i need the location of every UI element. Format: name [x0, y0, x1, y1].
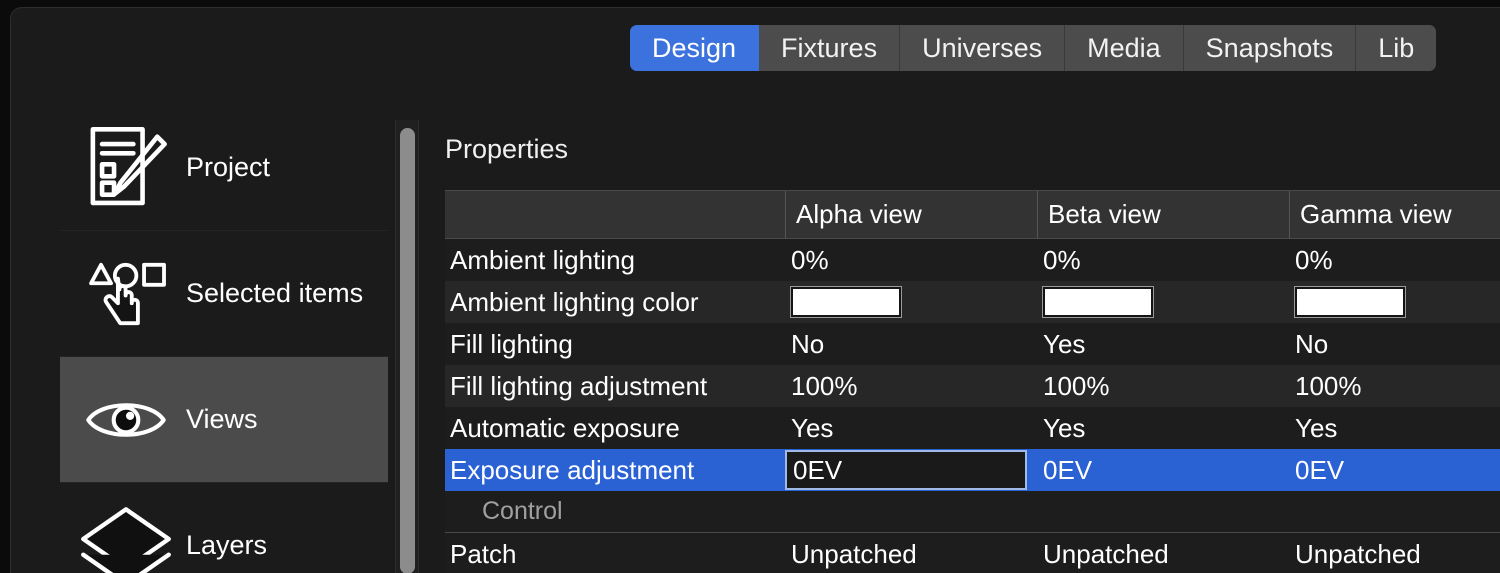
layers-diamond-icon [78, 503, 174, 573]
tab-snapshots[interactable]: Snapshots [1184, 25, 1357, 71]
table-header-row: Alpha viewBeta viewGamma view [445, 191, 1500, 239]
application-window: DesignFixturesUniversesMediaSnapshotsLib… [10, 7, 1500, 573]
color-swatch[interactable] [1043, 287, 1153, 317]
navigation-sidebar: Project Selected items Views Layers [60, 105, 388, 573]
color-swatch-cell[interactable] [1037, 281, 1289, 323]
property-value-cell[interactable]: Unpatched [1289, 533, 1500, 573]
property-value-cell[interactable]: 100% [1037, 365, 1289, 407]
property-value-cell[interactable]: 0% [1289, 239, 1500, 281]
sidebar-item-label: Views [186, 404, 258, 435]
sidebar-item-views[interactable]: Views [60, 357, 388, 483]
column-header-beta-view[interactable]: Beta view [1037, 191, 1289, 239]
shapes-pointer-icon [78, 250, 174, 338]
property-value-cell[interactable]: 0EV [1037, 449, 1289, 491]
property-name: Patch [445, 539, 785, 570]
property-value-cell[interactable]: Yes [1037, 323, 1289, 365]
tab-lib[interactable]: Lib [1356, 25, 1436, 71]
tab-universes[interactable]: Universes [900, 25, 1065, 71]
color-swatch-cell[interactable] [1289, 281, 1500, 323]
property-value-cell[interactable]: Unpatched [785, 533, 1037, 573]
sidebar-item-layers[interactable]: Layers [60, 483, 388, 573]
column-header-alpha-view[interactable]: Alpha view [785, 191, 1037, 239]
sidebar-item-label: Layers [186, 530, 267, 561]
property-value-cell[interactable]: 100% [785, 365, 1037, 407]
document-pencil-icon [78, 122, 174, 214]
table-row[interactable]: Fill lighting adjustment100%100%100% [445, 365, 1500, 407]
property-value-editing-cell[interactable]: 0EV [785, 449, 1037, 491]
color-swatch[interactable] [1295, 287, 1405, 317]
property-name: Control [445, 497, 785, 526]
table-row[interactable]: Exposure adjustment0EV0EV0EV [445, 449, 1500, 491]
sidebar-item-label: Selected items [186, 278, 363, 309]
property-name: Ambient lighting [445, 245, 785, 276]
tab-fixtures[interactable]: Fixtures [759, 25, 900, 71]
sidebar-item-selected-items[interactable]: Selected items [60, 231, 388, 357]
tab-design[interactable]: Design [630, 25, 759, 71]
table-row[interactable]: Ambient lighting0%0%0% [445, 239, 1500, 281]
property-value-cell[interactable]: Yes [1289, 407, 1500, 449]
table-row[interactable]: Ambient lighting color [445, 281, 1500, 323]
property-name: Fill lighting [445, 329, 785, 360]
property-name: Fill lighting adjustment [445, 371, 785, 402]
property-value-cell[interactable]: No [1289, 323, 1500, 365]
empty-cell [785, 491, 1037, 533]
table-group-row[interactable]: Control [445, 491, 1500, 533]
table-row[interactable]: Fill lightingNoYesNo [445, 323, 1500, 365]
main-tab-bar: DesignFixturesUniversesMediaSnapshotsLib [630, 25, 1436, 71]
color-swatch-cell[interactable] [785, 281, 1037, 323]
property-value-cell[interactable]: 0EV [1289, 449, 1500, 491]
exposure-adjustment-input[interactable]: 0EV [785, 450, 1027, 490]
property-value-cell[interactable]: 0% [785, 239, 1037, 281]
column-header-gamma-view[interactable]: Gamma view [1289, 191, 1500, 239]
property-value-cell[interactable]: Unpatched [1037, 533, 1289, 573]
property-value-cell[interactable]: 100% [1289, 365, 1500, 407]
property-name: Ambient lighting color [445, 287, 785, 318]
table-row[interactable]: Automatic exposureYesYesYes [445, 407, 1500, 449]
sidebar-item-project[interactable]: Project [60, 105, 388, 231]
tab-media[interactable]: Media [1065, 25, 1184, 71]
property-value-cell[interactable]: 0% [1037, 239, 1289, 281]
color-swatch[interactable] [791, 287, 901, 317]
property-value-cell[interactable]: Yes [1037, 407, 1289, 449]
sidebar-scrollbar-thumb[interactable] [400, 128, 415, 573]
property-name: Automatic exposure [445, 413, 785, 444]
empty-cell [1037, 491, 1289, 533]
property-value-cell[interactable]: No [785, 323, 1037, 365]
page-title: Properties [445, 134, 568, 165]
property-value-cell[interactable]: Yes [785, 407, 1037, 449]
table-row[interactable]: PatchUnpatchedUnpatchedUnpatched [445, 533, 1500, 573]
sidebar-item-label: Project [186, 152, 270, 183]
property-name: Exposure adjustment [445, 455, 785, 486]
empty-cell [1289, 491, 1500, 533]
eye-icon [78, 394, 174, 446]
properties-table: Alpha viewBeta viewGamma viewAmbient lig… [445, 190, 1500, 573]
